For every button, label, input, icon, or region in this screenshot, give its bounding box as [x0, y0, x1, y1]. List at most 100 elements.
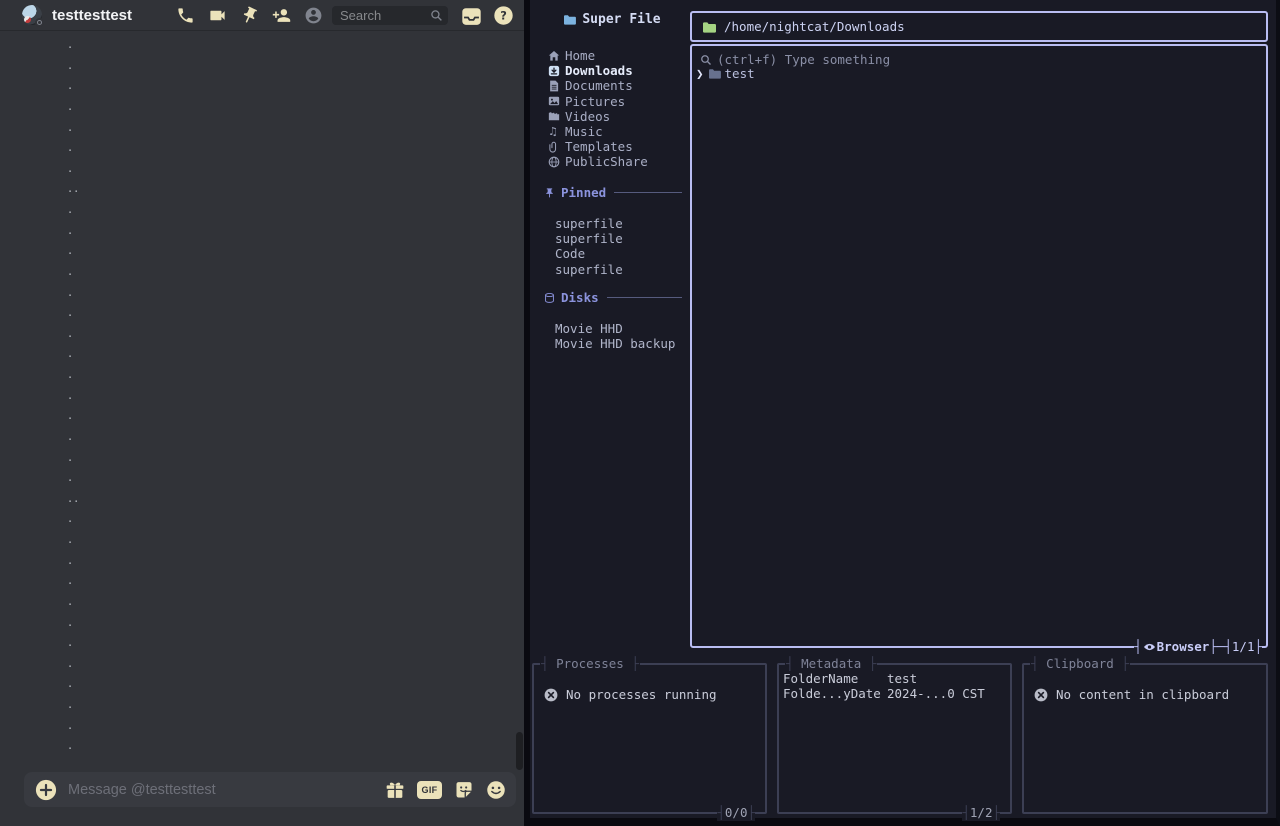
sidebar-item-videos[interactable]: Videos — [548, 109, 688, 124]
message-dot: .. — [0, 180, 510, 201]
metadata-counter: 1/2 — [962, 805, 1000, 821]
path-bar[interactable]: /home/nightcat/Downloads — [690, 11, 1268, 42]
home-icon — [548, 50, 560, 62]
message-dot: . — [0, 531, 510, 552]
image-icon — [548, 95, 560, 107]
search-icon — [430, 9, 443, 22]
message-input[interactable] — [57, 782, 385, 798]
selection-cursor: ❯ — [696, 66, 704, 81]
search-box[interactable]: Search — [332, 6, 448, 25]
circle-x-icon — [544, 688, 558, 702]
pinned-item[interactable]: superfile — [555, 216, 688, 231]
message-dot: . — [0, 449, 510, 470]
folder-icon — [702, 21, 716, 33]
message-dot: . — [0, 552, 510, 573]
file-search-bar[interactable]: (ctrl+f) Type something — [700, 52, 890, 67]
processes-counter: 0/0 — [717, 805, 755, 821]
sidebar-item-templates[interactable]: Templates — [548, 139, 688, 154]
emoji-icon[interactable] — [486, 780, 506, 800]
metadata-row: Folde...yDate 2024-...0 CST — [783, 686, 1006, 701]
disks-list: Movie HHDMovie HHD backup — [555, 321, 688, 351]
message-dot: . — [0, 387, 510, 408]
inbox-icon[interactable] — [461, 6, 482, 25]
message-dot: . — [0, 634, 510, 655]
gif-picker-icon[interactable]: GIF — [417, 781, 442, 799]
message-dot: . — [0, 345, 510, 366]
circle-x-icon — [1034, 688, 1048, 702]
eye-icon — [1143, 642, 1156, 652]
pinned-item[interactable]: Code — [555, 246, 688, 261]
message-dot: . — [0, 139, 510, 160]
disk-item[interactable]: Movie HHD backup — [555, 336, 688, 351]
help-icon[interactable]: ? — [493, 5, 514, 26]
app-title: Super File — [536, 12, 688, 27]
message-dot: . — [0, 119, 510, 140]
message-dot: . — [0, 675, 510, 696]
disk-item[interactable]: Movie HHD — [555, 321, 688, 336]
pinned-item[interactable]: superfile — [555, 262, 688, 277]
search-icon — [700, 54, 712, 66]
sidebar-item-documents[interactable]: Documents — [548, 78, 688, 93]
message-dot: . — [0, 284, 510, 305]
pin-icon[interactable] — [240, 6, 259, 25]
message-dot: . — [0, 655, 510, 676]
message-dot: . — [0, 428, 510, 449]
message-dot: . — [0, 614, 510, 635]
phone-call-icon[interactable] — [176, 6, 195, 25]
message-dot: . — [0, 717, 510, 738]
message-dot: . — [0, 77, 510, 98]
message-dot: . — [0, 366, 510, 387]
add-friend-icon[interactable] — [272, 6, 291, 25]
metadata-row: FolderName test — [783, 671, 1006, 686]
message-dot: . — [0, 222, 510, 243]
sticker-icon[interactable] — [454, 780, 474, 800]
message-input-bar: GIF — [24, 772, 516, 807]
globe-icon — [548, 156, 560, 168]
search-placeholder: Search — [340, 8, 430, 23]
message-dot: .. — [0, 490, 510, 511]
scrollbar-thumb[interactable] — [516, 732, 523, 770]
message-list: . . . . . . . .. . . . . . . . . — [0, 36, 510, 758]
folder-icon — [708, 68, 721, 79]
discord-pane: testtesttest Search — [0, 0, 524, 826]
pinned-list: superfilesuperfileCodesuperfile — [555, 216, 688, 277]
metadata-title: Metadata — [785, 656, 877, 672]
processes-empty-state: No processes running — [544, 687, 717, 702]
message-dot: . — [0, 593, 510, 614]
disk-icon — [544, 292, 555, 304]
message-dot: . — [0, 263, 510, 284]
folder-icon — [563, 14, 576, 25]
panel-mode-indicator: ┤ Browser ├─┤ 1/1 ├ — [1134, 639, 1262, 654]
message-dot: . — [0, 469, 510, 490]
sidebar-item-publicshare[interactable]: PublicShare — [548, 154, 688, 169]
message-dot: . — [0, 510, 510, 531]
gift-icon[interactable] — [385, 780, 405, 800]
clipboard-panel: Clipboard No content in clipboard — [1022, 663, 1268, 814]
message-dot: . — [0, 407, 510, 428]
message-dot: . — [0, 57, 510, 78]
attach-plus-icon[interactable] — [35, 779, 57, 801]
processes-title: Processes — [540, 656, 640, 672]
message-dot: . — [0, 36, 510, 57]
message-dot: . — [0, 737, 510, 758]
message-dot: . — [0, 201, 510, 222]
sidebar-item-downloads[interactable]: Downloads — [548, 63, 688, 78]
file-row-test[interactable]: ❯ test — [696, 66, 755, 81]
film-icon — [548, 110, 560, 122]
user-profile-icon[interactable] — [304, 6, 323, 25]
clipboard-empty-state: No content in clipboard — [1034, 687, 1229, 702]
sidebar-item-home[interactable]: Home — [548, 48, 688, 63]
message-dot: . — [0, 242, 510, 263]
disks-section-header: Disks — [544, 290, 682, 305]
video-camera-icon[interactable] — [208, 6, 227, 25]
metadata-panel: Metadata FolderName test Folde...yDate 2… — [777, 663, 1012, 814]
file-browser-panel: (ctrl+f) Type something ❯ test ┤ Browser… — [690, 44, 1268, 648]
svg-text:?: ? — [500, 8, 507, 22]
pinned-item[interactable]: superfile — [555, 231, 688, 246]
message-dot: . — [0, 572, 510, 593]
dm-title[interactable]: testtesttest — [52, 0, 132, 31]
sidebar-item-music[interactable]: ♫ Music — [548, 124, 688, 139]
sidebar-item-pictures[interactable]: Pictures — [548, 94, 688, 109]
music-note-icon: ♫ — [548, 126, 560, 138]
message-dot: . — [0, 325, 510, 346]
